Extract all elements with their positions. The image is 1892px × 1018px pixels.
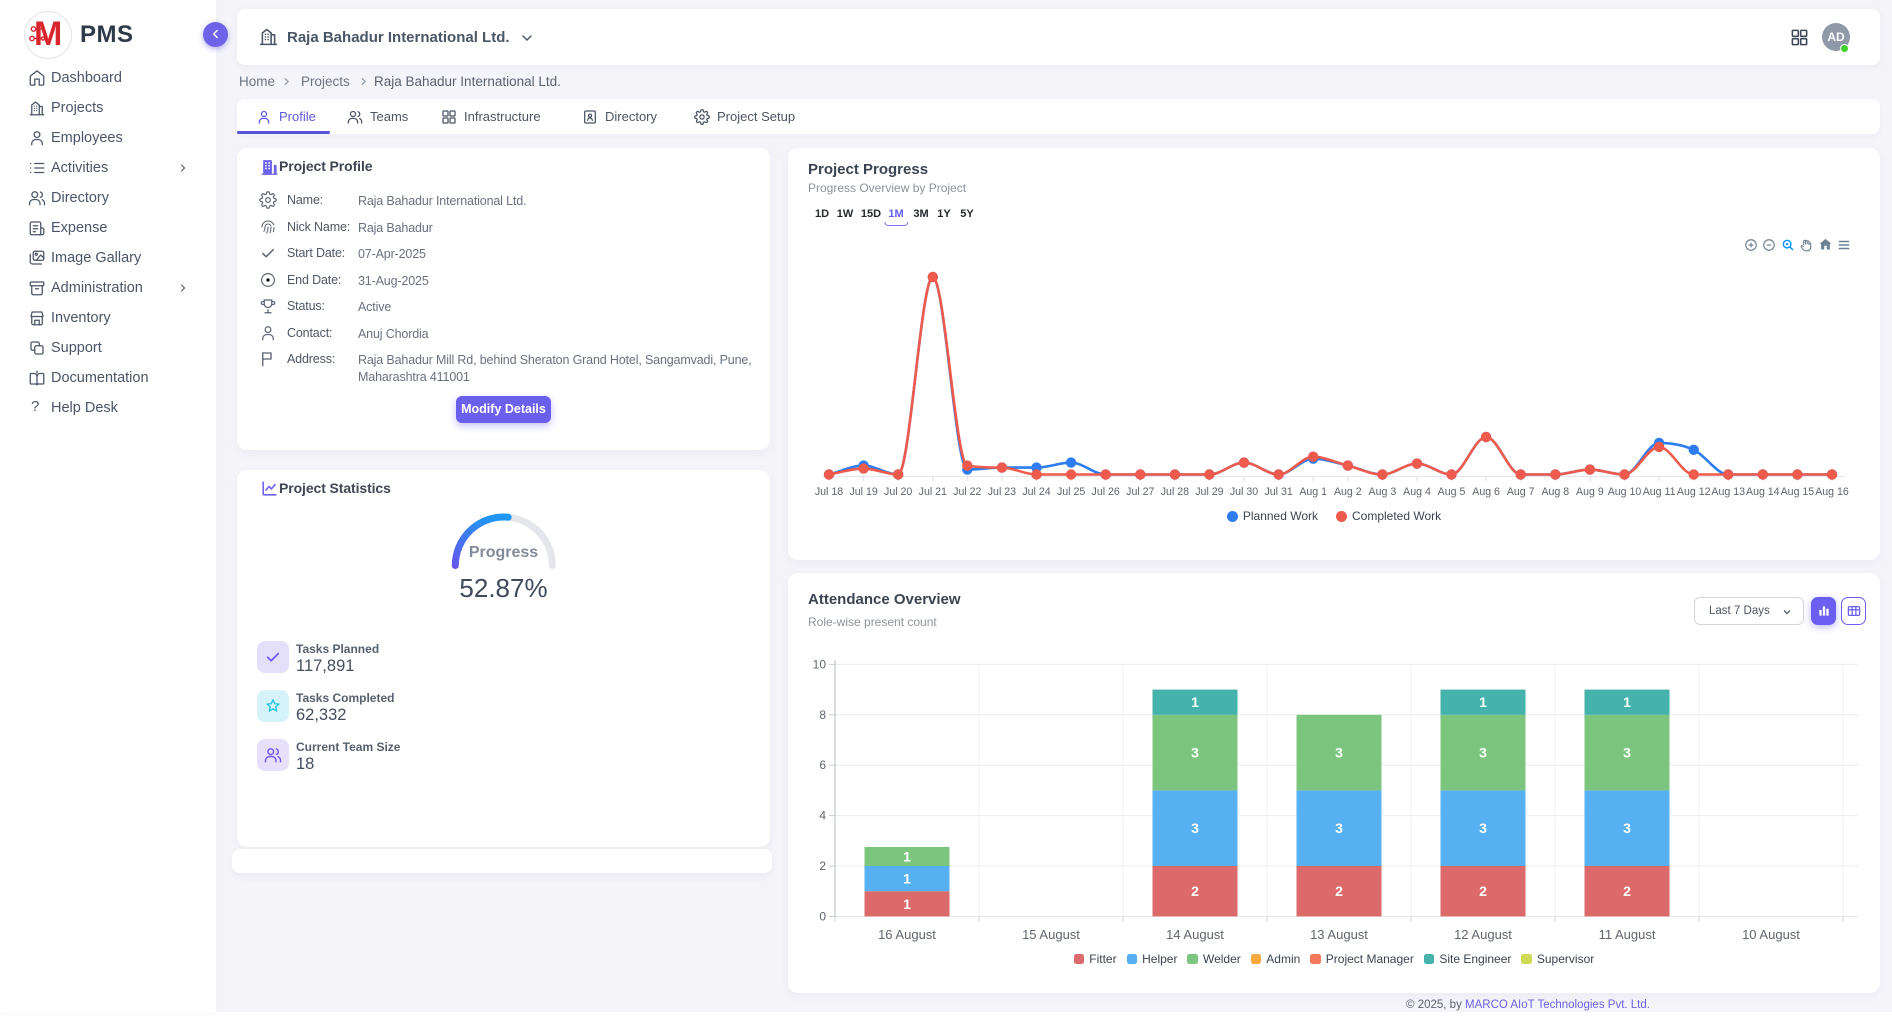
svg-text:1: 1 — [1623, 694, 1631, 710]
svg-text:4: 4 — [819, 809, 826, 823]
svg-text:3: 3 — [1623, 745, 1631, 761]
svg-text:Jul 25: Jul 25 — [1057, 486, 1085, 498]
svg-text:2: 2 — [1479, 883, 1487, 899]
svg-text:1: 1 — [903, 849, 911, 865]
svg-text:Jul 26: Jul 26 — [1092, 486, 1120, 498]
svg-text:Jul 23: Jul 23 — [988, 486, 1016, 498]
svg-text:3: 3 — [1335, 820, 1343, 836]
svg-text:Jul 21: Jul 21 — [919, 486, 947, 498]
svg-text:Jul 30: Jul 30 — [1230, 486, 1258, 498]
svg-text:2: 2 — [819, 859, 826, 873]
svg-text:0: 0 — [819, 909, 826, 923]
svg-text:Aug 3: Aug 3 — [1369, 486, 1397, 498]
svg-text:3: 3 — [1335, 745, 1343, 761]
svg-text:10: 10 — [813, 657, 827, 671]
svg-text:1: 1 — [903, 896, 911, 912]
svg-text:3: 3 — [1191, 745, 1199, 761]
svg-text:1: 1 — [903, 871, 911, 887]
svg-text:Aug 14: Aug 14 — [1746, 486, 1780, 498]
svg-text:Aug 13: Aug 13 — [1711, 486, 1745, 498]
svg-text:2: 2 — [1623, 883, 1631, 899]
svg-text:8: 8 — [819, 708, 826, 722]
svg-text:Aug 11: Aug 11 — [1643, 486, 1676, 498]
svg-text:Jul 18: Jul 18 — [815, 486, 843, 498]
svg-text:Aug 4: Aug 4 — [1403, 486, 1431, 498]
svg-text:Jul 19: Jul 19 — [849, 486, 877, 498]
svg-text:Aug 2: Aug 2 — [1334, 486, 1362, 498]
svg-text:Aug 10: Aug 10 — [1608, 486, 1642, 498]
svg-text:Aug 6: Aug 6 — [1472, 486, 1500, 498]
svg-text:3: 3 — [1479, 745, 1487, 761]
svg-text:Aug 16: Aug 16 — [1815, 486, 1849, 498]
svg-text:15 August: 15 August — [1022, 927, 1080, 942]
svg-text:1: 1 — [1191, 694, 1199, 710]
svg-text:1: 1 — [1479, 694, 1487, 710]
svg-text:Aug 7: Aug 7 — [1507, 486, 1535, 498]
svg-text:Jul 22: Jul 22 — [953, 486, 981, 498]
svg-text:14 August: 14 August — [1166, 927, 1224, 942]
svg-text:Aug 15: Aug 15 — [1781, 486, 1815, 498]
svg-text:10 August: 10 August — [1742, 927, 1800, 942]
svg-text:Aug 9: Aug 9 — [1576, 486, 1604, 498]
svg-text:6: 6 — [819, 758, 826, 772]
svg-text:12 August: 12 August — [1454, 927, 1512, 942]
svg-text:3: 3 — [1191, 820, 1199, 836]
svg-text:2: 2 — [1335, 883, 1343, 899]
svg-text:Jul 24: Jul 24 — [1022, 486, 1050, 498]
svg-text:Jul 20: Jul 20 — [884, 486, 912, 498]
svg-text:11 August: 11 August — [1599, 927, 1656, 942]
svg-text:Aug 12: Aug 12 — [1677, 486, 1711, 498]
svg-text:3: 3 — [1479, 820, 1487, 836]
svg-text:Jul 27: Jul 27 — [1126, 486, 1154, 498]
svg-text:13 August: 13 August — [1310, 927, 1368, 942]
svg-text:Aug 1: Aug 1 — [1299, 486, 1327, 498]
svg-text:Jul 28: Jul 28 — [1161, 486, 1189, 498]
svg-text:Jul 29: Jul 29 — [1195, 486, 1223, 498]
svg-text:2: 2 — [1191, 883, 1199, 899]
svg-text:3: 3 — [1623, 820, 1631, 836]
svg-text:Aug 8: Aug 8 — [1541, 486, 1569, 498]
svg-text:16 August: 16 August — [878, 927, 936, 942]
svg-text:Jul 31: Jul 31 — [1264, 486, 1292, 498]
svg-text:Aug 5: Aug 5 — [1438, 486, 1466, 498]
